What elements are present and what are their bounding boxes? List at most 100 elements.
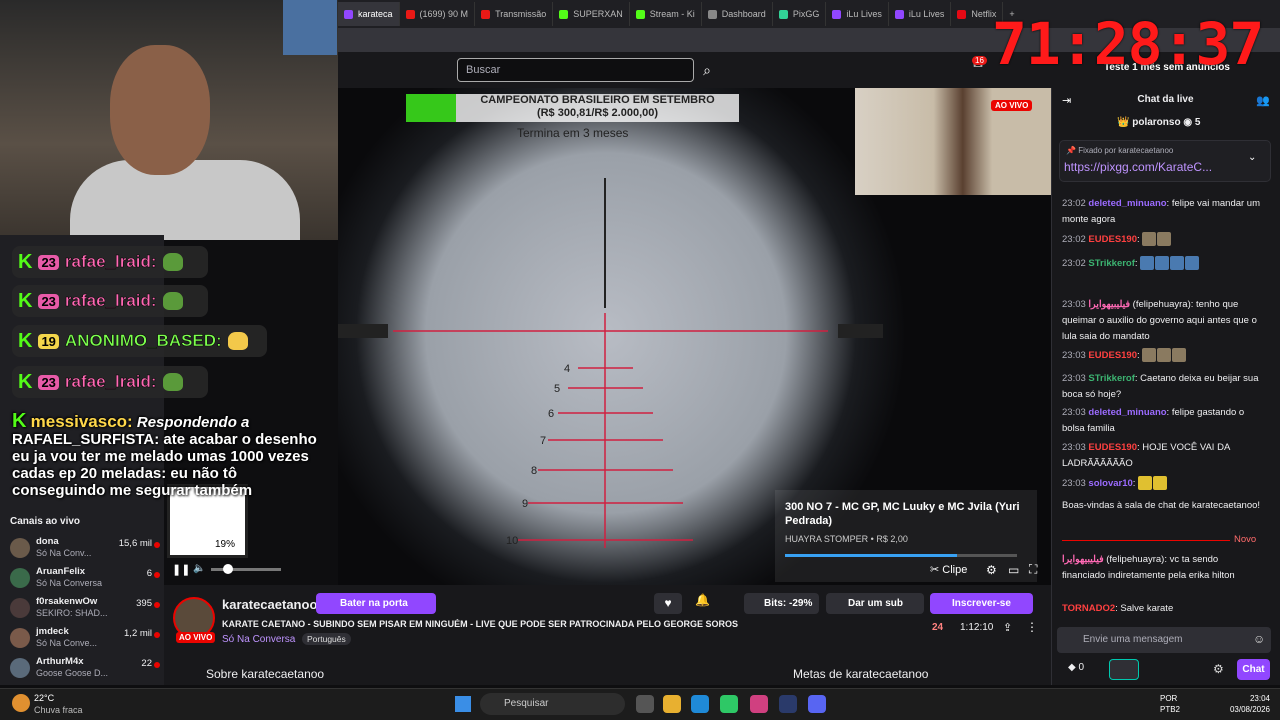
browser-tab[interactable]: Transmissão <box>475 2 554 26</box>
sidebar-channel[interactable]: dona Só Na Conv... 15,6 mil <box>10 536 162 564</box>
clip-button[interactable]: ✂ Clipe <box>930 563 967 576</box>
channel-points[interactable]: ◆ 0 <box>1068 662 1084 673</box>
app-icon[interactable] <box>750 695 768 713</box>
chat-username[interactable]: STrikkerof <box>1088 258 1134 269</box>
volume-slider[interactable] <box>211 568 281 571</box>
more-options-icon[interactable]: ⋮ <box>1026 620 1038 634</box>
chat-username[interactable]: STrikkerof <box>1088 373 1134 384</box>
edge-icon[interactable] <box>691 695 709 713</box>
pinned-link[interactable]: https://pixgg.com/KarateC... <box>1064 160 1224 174</box>
volume-icon[interactable]: 🔈 <box>193 563 205 574</box>
channel-name: dona <box>36 536 59 547</box>
input-language[interactable]: POR <box>1160 694 1177 703</box>
sidebar-channel[interactable]: AruanFelix Só Na Conversa 6 <box>10 566 162 594</box>
chat-time: 23:02 <box>1062 198 1086 209</box>
prediction-icon[interactable] <box>1109 659 1139 680</box>
goal-title: CAMPEONATO BRASILEIRO EM SETEMBRO <box>480 94 715 106</box>
emote-icon <box>1155 256 1170 271</box>
browser-tab[interactable]: SUPERXAN <box>553 2 630 26</box>
chat-username[interactable]: solovar10 <box>1088 478 1132 489</box>
viewer-count: 395 <box>136 598 152 609</box>
chat-time: 23:02 <box>1062 234 1086 245</box>
browser-tab[interactable]: karateca <box>338 2 400 26</box>
chat-text: Salve karate <box>1120 603 1174 614</box>
search-icon[interactable]: ⌕ <box>695 58 719 82</box>
chat-input[interactable]: Envie uma mensagem <box>1057 627 1271 653</box>
chat-time: 23:02 <box>1062 258 1086 269</box>
subscribe-button[interactable]: Inscrever-se <box>930 593 1033 614</box>
weather-desc: Chuva fraca <box>34 705 83 715</box>
browser-tab[interactable]: iLu Lives <box>826 2 889 26</box>
channel-game: Só Na Conv... <box>36 548 92 558</box>
file-explorer-icon[interactable] <box>663 695 681 713</box>
chat-username[interactable]: TORNADO2 <box>1062 603 1115 614</box>
channel-name[interactable]: karatecaetanoo <box>222 597 317 612</box>
song-title: 300 NO 7 - MC GP, MC Luuky e MC Jvila (Y… <box>785 501 1020 527</box>
discord-icon[interactable] <box>808 695 826 713</box>
sidebar-channel[interactable]: f0rsakenwOw SEKIRO: SHAD... 395 <box>10 596 162 624</box>
theatre-mode-icon[interactable]: ▭ <box>1008 563 1019 577</box>
chrome-icon[interactable] <box>720 695 738 713</box>
settings-icon[interactable]: ⚙ <box>986 563 997 577</box>
browser-tab[interactable]: Stream - Ki <box>630 2 702 26</box>
pinned-by-label: Fixado por <box>1078 146 1116 155</box>
channel-game: Goose Goose D... <box>36 668 109 678</box>
tab-label: SUPERXAN <box>573 9 623 19</box>
chat-time: 23:03 <box>1062 350 1086 361</box>
follow-heart-icon[interactable]: ♥ <box>654 593 682 614</box>
chat-username[interactable]: EUDES190 <box>1088 234 1137 245</box>
channel-game: Só Na Conve... <box>36 638 98 648</box>
pinned-by-user: karatecaetanoo <box>1118 146 1174 155</box>
community-icon[interactable]: 👥 <box>1256 94 1270 107</box>
stream-uptime: 1:12:10 <box>960 622 994 633</box>
gift-sub-button[interactable]: Dar um sub <box>826 593 924 614</box>
emote-icon <box>227 332 248 350</box>
chat-time: 23:03 <box>1062 373 1086 384</box>
keyboard-layout[interactable]: PTB2 <box>1160 705 1180 714</box>
chat-username[interactable]: EUDES190 <box>1088 442 1137 453</box>
chat-time: 23:03 <box>1062 442 1086 453</box>
browser-tab[interactable]: Dashboard <box>702 2 773 26</box>
system-date[interactable]: 03/08/2026 <box>1220 705 1270 714</box>
emoji-icon[interactable]: ☺ <box>1253 632 1265 646</box>
system-clock[interactable]: 23:04 <box>1220 694 1270 703</box>
send-chat-button[interactable]: Chat <box>1237 659 1270 680</box>
browser-tab[interactable]: iLu Lives <box>889 2 952 26</box>
task-view-icon[interactable] <box>636 695 654 713</box>
scope-number: 7 <box>540 435 546 447</box>
sidebar-channel[interactable]: jmdeck Só Na Conve... 1,2 mil <box>10 626 162 654</box>
taskbar-search[interactable]: Pesquisar <box>480 693 625 715</box>
overlay-username: ANONIMO_BASED: <box>64 331 222 351</box>
stream-category[interactable]: Só Na Conversa <box>222 634 295 645</box>
browser-tab[interactable]: (1699) 90 M <box>400 2 476 26</box>
chat-settings-icon[interactable]: ⚙ <box>1213 662 1224 676</box>
share-icon[interactable]: ⇪ <box>1003 621 1012 634</box>
browser-tab[interactable]: PixGG <box>773 2 827 26</box>
collapse-chat-icon[interactable]: ⇥ <box>1062 94 1071 107</box>
fullscreen-icon[interactable]: ⛶ <box>1029 562 1037 577</box>
chat-username[interactable]: deleted_minuano <box>1088 407 1166 418</box>
weather-icon[interactable] <box>12 694 30 712</box>
avatar <box>10 538 30 558</box>
chat-title: Chat da live <box>1137 94 1194 105</box>
pause-icon[interactable]: ❚❚ <box>172 563 190 576</box>
steam-icon[interactable] <box>779 695 797 713</box>
kick-logo-icon: K <box>18 370 33 393</box>
chat-username[interactable]: EUDES190 <box>1088 350 1137 361</box>
language-tag[interactable]: Português <box>302 633 351 645</box>
chat-username[interactable]: فيليبيهوايرا <box>1088 299 1130 310</box>
notification-bell-icon[interactable]: 🔔 <box>695 593 710 607</box>
raid-button[interactable]: Bater na porta <box>316 593 436 614</box>
windows-start-icon[interactable] <box>455 696 471 712</box>
sidebar-channel[interactable]: ArthurM4x Goose Goose D... 22 <box>10 656 162 684</box>
chevron-down-icon[interactable]: ⌄ <box>1248 152 1256 163</box>
sub-badge: 23 <box>38 293 59 309</box>
chat-username[interactable]: فيليبيهوايرا <box>1062 554 1104 565</box>
channel-game: SEKIRO: SHAD... <box>36 608 108 618</box>
tab-label: iLu Lives <box>846 9 882 19</box>
bits-button[interactable]: Bits: -29% <box>744 593 819 614</box>
search-input[interactable]: Buscar <box>457 58 694 82</box>
live-dot-icon <box>154 572 160 578</box>
volume-slider-handle[interactable] <box>223 564 233 574</box>
chat-username[interactable]: deleted_minuano <box>1088 198 1166 209</box>
